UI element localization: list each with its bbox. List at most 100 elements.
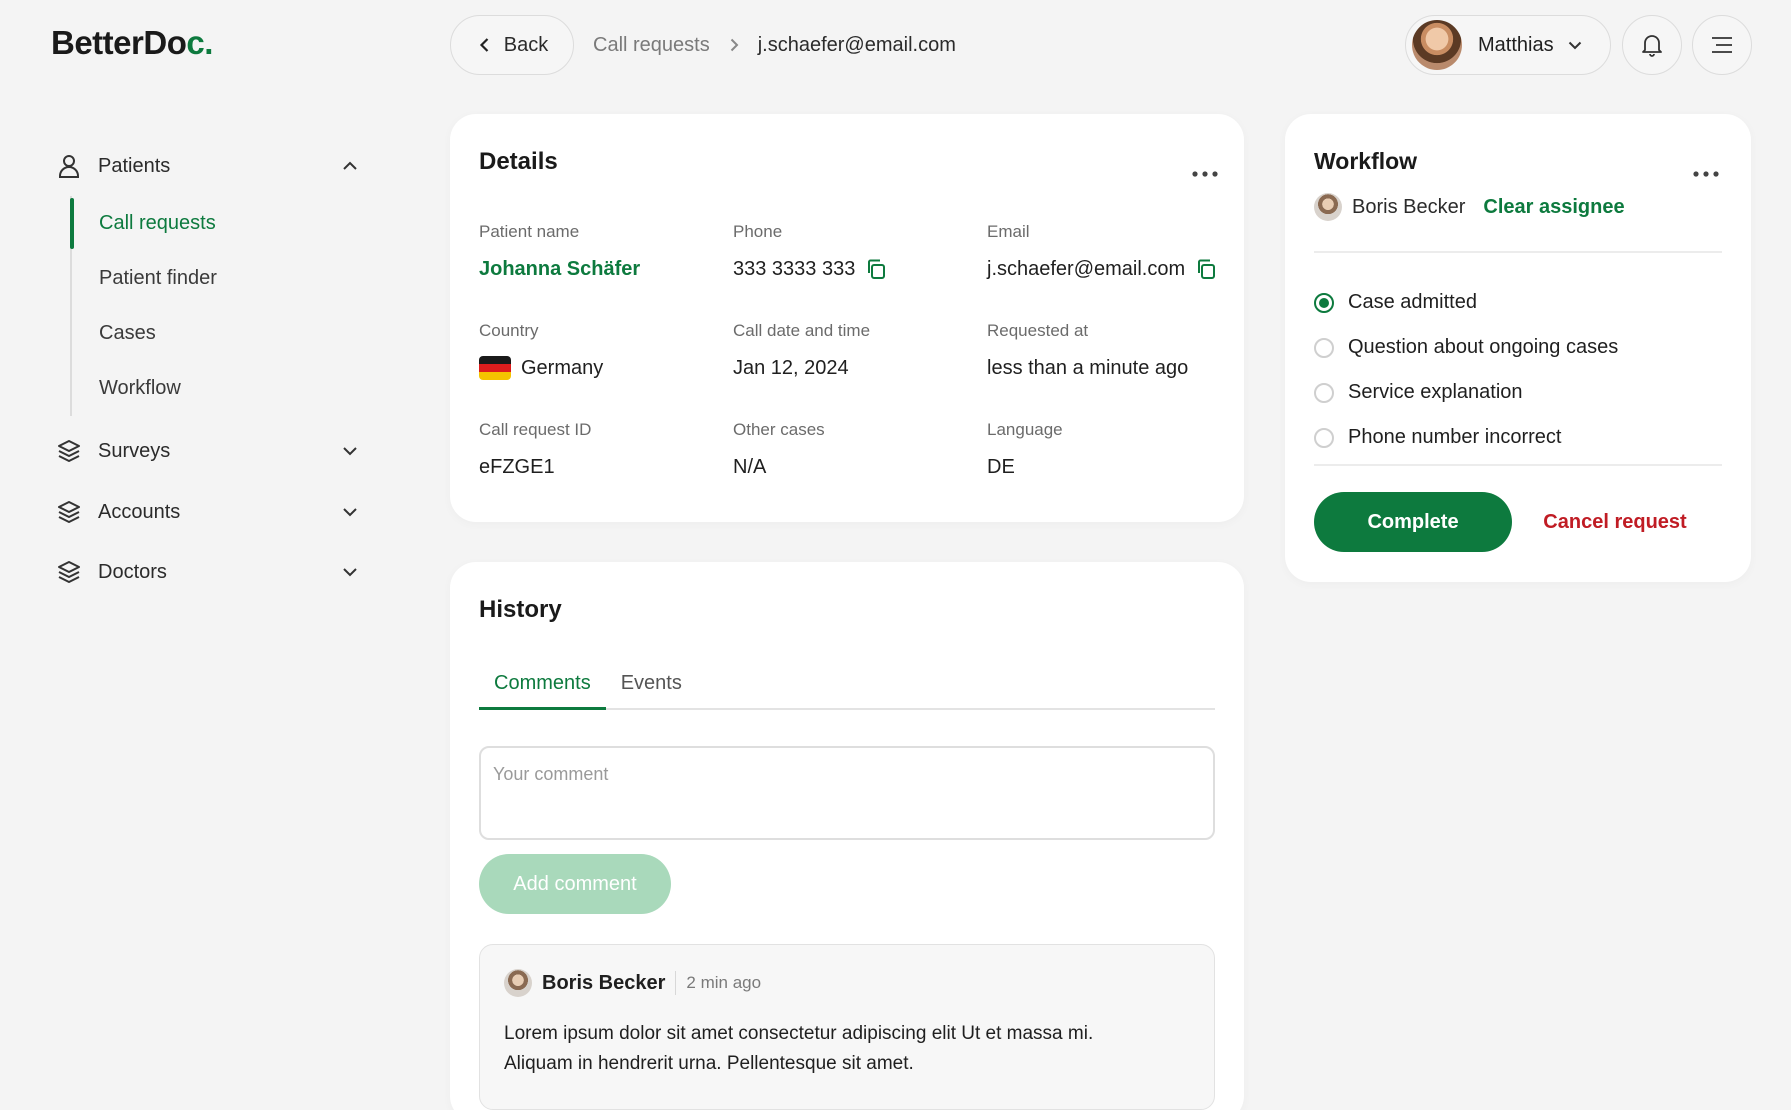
bell-icon [1642,35,1662,57]
field-country: Country Germany [479,321,603,381]
sidebar-item-label: Workflow [99,377,181,399]
more-horizontal-icon [1693,171,1719,177]
chevron-down-icon [343,447,357,456]
field-language: Language DE [987,420,1063,480]
sidebar-group-patients[interactable]: Patients [48,140,368,192]
field-label: Call request ID [479,420,592,439]
workflow-more-button[interactable] [1689,164,1723,184]
option-service-explanation[interactable]: Service explanation [1314,370,1618,415]
history-tabs: Comments Events [479,662,1215,710]
menu-icon [1712,37,1732,53]
layers-icon [58,440,80,462]
patients-subnav: Call requests Patient finder Cases Workf… [70,196,368,416]
other-cases-value: N/A [733,455,767,478]
sidebar-group-label: Patients [98,154,171,177]
requested-at-value: less than a minute ago [987,356,1189,379]
option-label: Service explanation [1348,381,1523,403]
notifications-button[interactable] [1622,15,1682,75]
avatar [1314,193,1342,221]
clear-assignee-link[interactable]: Clear assignee [1483,196,1624,219]
details-title: Details [479,148,558,175]
workflow-title: Workflow [1314,148,1418,174]
tab-events[interactable]: Events [606,662,697,710]
field-label: Country [479,321,539,340]
sidebar-item-workflow[interactable]: Workflow [99,361,368,416]
assignee-row: Boris Becker Clear assignee [1314,192,1625,222]
field-value: 333 3333 333 [733,256,887,282]
history-card: History Comments Events Add comment Bori… [450,562,1244,1110]
avatar [504,969,532,997]
user-menu-button[interactable]: Matthias [1405,15,1611,75]
more-horizontal-icon [1192,171,1218,177]
back-button-label: Back [503,33,549,56]
patient-name-link[interactable]: Johanna Schäfer [479,256,640,282]
comment-text: Lorem ipsum dolor sit amet consectetur a… [504,1023,1094,1074]
field-value: j.schaefer@email.com [987,256,1217,282]
main-menu-button[interactable] [1692,15,1752,75]
email-value: j.schaefer@email.com [987,257,1186,280]
chevron-down-icon [343,568,357,577]
details-more-button[interactable] [1188,164,1222,184]
option-case-admitted[interactable]: Case admitted [1314,280,1618,325]
logo-accent: c. [186,24,213,61]
chevron-down-icon [343,508,357,517]
radio-unchecked[interactable] [1314,337,1334,358]
field-label: Other cases [733,420,825,439]
chevron-down-icon [1568,41,1581,50]
history-title: History [479,596,562,623]
chevron-up-icon [343,161,357,170]
logo[interactable]: BetterDoc. [51,24,213,62]
chevron-right-icon [730,38,739,52]
comment-header: Boris Becker 2 min ago [504,969,1190,997]
call-date-value: Jan 12, 2024 [733,356,849,379]
language-value: DE [987,455,1015,478]
divider [1314,464,1722,466]
field-requested-at: Requested at less than a minute ago [987,321,1188,381]
sidebar: Patients Call requests Patient finder Ca… [48,140,368,602]
sidebar-item-patient-finder[interactable]: Patient finder [99,251,368,306]
phone-value: 333 3333 333 [733,257,856,280]
comment-input[interactable] [479,746,1215,840]
radio-unchecked[interactable] [1314,427,1334,448]
layers-icon [58,501,80,523]
option-question-ongoing-cases[interactable]: Question about ongoing cases [1314,325,1618,370]
radio-checked[interactable] [1314,292,1334,313]
complete-button[interactable]: Complete [1314,492,1512,552]
sidebar-group-accounts[interactable]: Accounts [48,482,368,542]
field-label: Call date and time [733,321,871,340]
layers-icon [58,561,80,583]
field-label: Language [987,420,1063,439]
option-phone-number-incorrect[interactable]: Phone number incorrect [1314,415,1618,460]
divider [1314,251,1722,253]
radio-unchecked[interactable] [1314,382,1334,403]
add-comment-button[interactable]: Add comment [479,854,671,914]
sidebar-group-surveys[interactable]: Surveys [48,420,368,482]
comment-time: 2 min ago [686,973,762,992]
details-card: Details Patient name Johanna Schäfer Pho… [450,114,1244,522]
sidebar-group-label: Surveys [98,439,171,462]
field-phone: Phone 333 3333 333 [733,222,887,282]
assignee-name: Boris Becker [1352,195,1466,218]
comment-author: Boris Becker [542,971,666,994]
user-icon [59,155,79,178]
option-label: Phone number incorrect [1348,426,1562,448]
field-patient-name: Patient name Johanna Schäfer [479,222,640,282]
copy-icon[interactable] [865,258,887,280]
sidebar-item-call-requests[interactable]: Call requests [70,196,368,251]
sidebar-group-doctors[interactable]: Doctors [48,542,368,602]
copy-icon[interactable] [1195,258,1217,280]
avatar [1412,20,1462,70]
sidebar-item-cases[interactable]: Cases [99,306,368,361]
user-name: Matthias [1478,33,1554,56]
breadcrumb-call-requests[interactable]: Call requests [593,34,710,57]
field-label: Requested at [987,321,1089,340]
option-label: Question about ongoing cases [1348,336,1619,358]
breadcrumb-current: j.schaefer@email.com [757,33,956,56]
back-button[interactable]: Back [450,15,574,75]
sidebar-group-label: Accounts [98,500,181,523]
comment-item: Boris Becker 2 min ago Lorem ipsum dolor… [479,944,1215,1110]
tab-comments[interactable]: Comments [479,662,606,710]
breadcrumb: Call requests j.schaefer@email.com [593,30,956,60]
cancel-request-button[interactable]: Cancel request [1530,492,1700,552]
field-email: Email j.schaefer@email.com [987,222,1217,282]
